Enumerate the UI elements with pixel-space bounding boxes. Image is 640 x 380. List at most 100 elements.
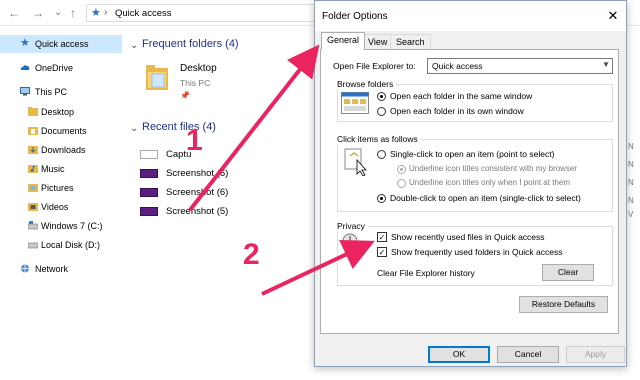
tab-search[interactable]: Search [390,34,431,49]
column-fragment: N [628,196,634,205]
dropdown-value: Quick access [432,61,483,71]
list-item[interactable]: Screenshot (6) [140,185,300,201]
own-window-label[interactable]: Open each folder in its own window [390,106,524,116]
annotation-number-2: 2 [243,238,260,271]
underline-point-radio[interactable] [397,179,406,188]
own-window-radio[interactable] [377,107,386,116]
list-item[interactable]: Screenshot (6) [140,166,300,182]
sidebar-item-pictures[interactable]: Pictures [0,179,122,197]
folder-location: This PC [180,78,211,88]
folder-name[interactable]: Desktop [180,63,217,74]
double-click-label[interactable]: Double-click to open an item (single-cli… [390,193,581,203]
dialog-title: Folder Options [322,11,388,22]
sidebar-item-documents[interactable]: Documents [0,122,122,140]
ok-button[interactable]: OK [428,346,490,363]
folder-icon [28,184,38,192]
sidebar-item-downloads[interactable]: Downloads [0,141,122,159]
clear-button[interactable]: Clear [542,264,594,281]
browse-folders-group [337,84,613,122]
single-click-radio[interactable] [377,150,386,159]
underline-point-label[interactable]: Underline icon titles only when I point … [409,178,570,187]
sidebar-item-label: Quick access [35,39,89,49]
folder-icon [28,107,38,116]
chevron-down-icon[interactable]: ⌄ [130,40,138,51]
navigation-pane: ★ Quick access OneDrive This PC Desktop … [0,27,122,380]
back-button[interactable]: ← [8,6,20,20]
column-fragment: N [628,142,634,151]
folder-icon [28,127,38,135]
underline-consistent-radio[interactable] [397,165,406,174]
address-bar[interactable]: ★ › Quick access [86,4,326,22]
recent-files-header[interactable]: Recent files (4) [142,121,216,133]
show-frequent-checkbox[interactable]: ✓ [377,247,387,257]
computer-icon [20,87,30,96]
sidebar-item-label: Documents [41,126,87,136]
chevron-down-icon[interactable]: ⌄ [130,123,138,134]
cloud-icon [20,65,30,70]
sidebar-item-videos[interactable]: Videos [0,198,122,216]
details-column-strip: N N N N V [626,27,640,380]
file-thumbnail [140,169,158,178]
file-thumbnail [140,207,158,216]
list-item[interactable]: Screenshot (5) [140,204,300,220]
list-item[interactable]: Captu [140,147,300,163]
sidebar-item-label: This PC [35,87,68,97]
up-button[interactable]: ↑ [70,6,76,20]
recent-locations-button[interactable]: ⌄ [54,6,62,20]
chevron-right-icon: › [104,7,108,18]
sidebar-item-network[interactable]: Network [0,260,122,278]
sidebar-item-label: Local Disk (D:) [41,240,101,250]
sidebar-item-label: Videos [41,202,69,212]
double-click-radio[interactable] [377,194,386,203]
music-icon [28,165,38,173]
show-frequent-label[interactable]: Show frequently used folders in Quick ac… [391,247,563,257]
folder-icon [28,203,38,211]
sidebar-item-windows-c[interactable]: Windows 7 (C:) [0,217,122,235]
sidebar-item-music[interactable]: Music [0,160,122,178]
annotation-number-1: 1 [186,124,203,157]
apply-button[interactable]: Apply [566,346,625,363]
tab-general[interactable]: General [321,32,366,50]
cursor-document-illustration [344,148,367,176]
clear-history-label: Clear File Explorer history [377,268,475,278]
browse-folders-title: Browse folders [337,79,397,89]
sidebar-item-label: Network [35,264,69,274]
click-items-title: Click items as follows [337,134,421,144]
underline-consistent-label[interactable]: Underline icon titles consistent with my… [409,164,577,173]
star-icon: ★ [20,37,30,49]
frequent-folders-header[interactable]: Frequent folders (4) [142,38,239,50]
column-fragment: N [628,160,634,169]
star-icon: ★ [91,7,101,19]
column-fragment: V [628,210,634,219]
restore-defaults-button[interactable]: Restore Defaults [519,296,608,313]
sidebar-item-label: Downloads [41,145,86,155]
folder-icon [146,65,168,90]
sidebar-item-label: Windows 7 (C:) [41,221,103,231]
sidebar-item-label: OneDrive [35,63,74,73]
single-click-label[interactable]: Single-click to open an item (point to s… [390,149,554,159]
sidebar-item-this-pc[interactable]: This PC [0,83,122,101]
cancel-button[interactable]: Cancel [497,346,559,363]
sidebar-item-quick-access[interactable]: ★ Quick access [0,35,122,53]
folder-options-dialog: Folder Options ✕ General View Search Ope… [314,0,627,367]
pin-icon: 📌 [180,91,190,100]
sidebar-item-desktop[interactable]: Desktop [0,103,122,121]
close-icon[interactable]: ✕ [605,8,621,24]
open-explorer-dropdown[interactable]: Quick access ▼ [427,58,613,74]
same-window-radio[interactable] [377,92,386,101]
sidebar-item-onedrive[interactable]: OneDrive [0,59,122,77]
column-fragment: N [628,178,634,187]
sidebar-item-local-disk-d[interactable]: Local Disk (D:) [0,236,122,254]
show-recent-checkbox[interactable]: ✓ [377,232,387,242]
same-window-label[interactable]: Open each folder in the same window [390,91,532,101]
dialog-titlebar: Folder Options ✕ [315,1,626,31]
show-recent-label[interactable]: Show recently used files in Quick access [391,232,545,242]
folder-icon [28,146,38,154]
file-thumbnail [140,188,158,197]
sidebar-item-label: Desktop [41,107,75,117]
forward-button[interactable]: → [32,6,44,20]
content-pane: ⌄ Frequent folders (4) Desktop This PC 📌… [124,27,324,380]
network-icon [21,264,29,273]
tab-view[interactable]: View [362,34,394,49]
file-name: Screenshot (6) [166,187,229,198]
